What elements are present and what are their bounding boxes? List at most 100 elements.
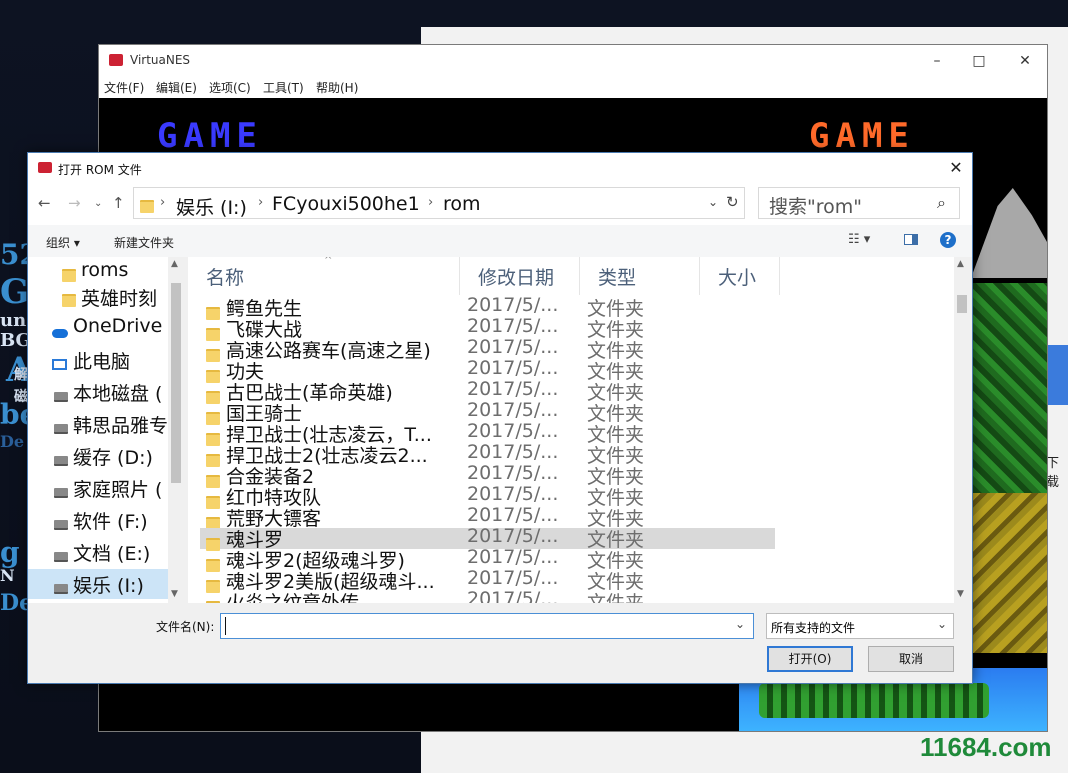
filename-dropdown-chevron-icon[interactable]: ⌄ bbox=[735, 617, 745, 631]
desktop-text: N bbox=[0, 566, 15, 585]
file-date: 2017/5/... bbox=[467, 315, 559, 337]
filter-dropdown-chevron-icon[interactable]: ⌄ bbox=[937, 617, 947, 631]
nav-item-cache-d[interactable]: 缓存 (D:) bbox=[28, 441, 168, 471]
search-box[interactable]: 搜索"rom" ⌕ bbox=[758, 187, 960, 219]
column-header-size[interactable]: 大小 bbox=[700, 257, 780, 295]
file-list-scroll-thumb[interactable] bbox=[957, 295, 967, 313]
address-dropdown-chevron-icon[interactable]: ⌄ bbox=[708, 195, 718, 209]
nav-pane-scroll-thumb[interactable] bbox=[171, 283, 181, 483]
menu-edit[interactable]: 编辑(E) bbox=[156, 79, 197, 96]
nav-item-label: 英雄时刻 bbox=[81, 288, 158, 310]
dialog-app-icon bbox=[38, 162, 52, 173]
file-date: 2017/5/... bbox=[467, 525, 559, 547]
forward-arrow-icon[interactable]: → bbox=[68, 194, 81, 212]
nav-item-label: 韩思品雅专 bbox=[73, 415, 169, 437]
desktop-text: De bbox=[0, 432, 25, 451]
virtuanes-menubar: 文件(F) 编辑(E) 选项(C) 工具(T) 帮助(H) bbox=[99, 76, 1047, 98]
open-rom-dialog: 打开 ROM 文件 ✕ ← → ⌄ ↑ › 娱乐 (I:) › FCyouxi5… bbox=[27, 152, 973, 684]
virtuanes-app-icon bbox=[109, 54, 123, 66]
file-date: 2017/5/... bbox=[467, 336, 559, 358]
drive-icon bbox=[54, 481, 68, 503]
desktop-text: 解 bbox=[14, 367, 28, 383]
scroll-down-icon[interactable]: ▼ bbox=[171, 589, 178, 599]
desktop-text: g bbox=[0, 536, 20, 569]
nav-item-label: 缓存 (D:) bbox=[73, 447, 153, 469]
dialog-titlebar: 打开 ROM 文件 ✕ bbox=[28, 153, 972, 183]
cancel-button[interactable]: 取消 bbox=[868, 646, 954, 672]
drive-icon bbox=[54, 513, 68, 535]
nav-item-label: 家庭照片 ( bbox=[73, 479, 163, 501]
file-date: 2017/5/... bbox=[467, 294, 559, 316]
file-date: 2017/5/... bbox=[467, 399, 559, 421]
view-options-icon[interactable]: ☷ ▾ bbox=[848, 232, 870, 247]
breadcrumb-drive[interactable]: 娱乐 (I:) bbox=[176, 193, 247, 220]
refresh-icon[interactable]: ↻ bbox=[726, 193, 739, 211]
file-date: 2017/5/... bbox=[467, 462, 559, 484]
folder-icon bbox=[62, 290, 76, 312]
background-window-accent bbox=[1047, 345, 1068, 405]
nav-item-documents-e[interactable]: 文档 (E:) bbox=[28, 537, 168, 567]
recent-locations-chevron-icon[interactable]: ⌄ bbox=[94, 198, 102, 209]
navigation-bar: ← → ⌄ ↑ › 娱乐 (I:) › FCyouxi500he1 › rom … bbox=[28, 183, 972, 225]
menu-options[interactable]: 选项(C) bbox=[209, 79, 251, 96]
nav-item-label: 软件 (F:) bbox=[73, 511, 148, 533]
onedrive-cloud-icon bbox=[52, 321, 68, 343]
preview-pane-icon[interactable] bbox=[904, 234, 918, 245]
file-date: 2017/5/... bbox=[467, 504, 559, 526]
filename-input[interactable]: ⌄ bbox=[220, 613, 754, 639]
file-date: 2017/5/... bbox=[467, 483, 559, 505]
file-row[interactable]: 火炎之纹章外传 2017/5/... 文件夹 bbox=[200, 588, 775, 603]
background-download-text: 下载 bbox=[1046, 456, 1060, 490]
navigation-pane: roms 英雄时刻 OneDrive 此电脑 本地磁盘 ( 韩思品雅专 缓存 (… bbox=[28, 257, 184, 603]
column-header-date[interactable]: 修改日期 bbox=[460, 257, 580, 295]
game-grass bbox=[759, 683, 989, 718]
menu-file[interactable]: 文件(F) bbox=[104, 79, 144, 96]
maximize-icon[interactable]: □ bbox=[969, 51, 989, 71]
desktop-text: un bbox=[0, 310, 27, 331]
menu-tools[interactable]: 工具(T) bbox=[263, 79, 304, 96]
breadcrumb-current[interactable]: rom bbox=[443, 193, 481, 215]
column-header-type[interactable]: 类型 bbox=[580, 257, 700, 295]
nav-item-this-pc[interactable]: 此电脑 bbox=[28, 345, 168, 375]
game-over-text-left: GAME bbox=[157, 116, 263, 156]
nav-item-label: 此电脑 bbox=[73, 351, 131, 373]
nav-item-label: 文档 (E:) bbox=[73, 543, 151, 565]
nav-item-label: 娱乐 (I:) bbox=[73, 575, 144, 597]
organize-button[interactable]: 组织 ▾ bbox=[46, 234, 80, 251]
scroll-up-icon[interactable]: ▲ bbox=[957, 259, 964, 269]
close-icon[interactable]: ✕ bbox=[1015, 51, 1035, 71]
nav-item-drive[interactable]: 韩思品雅专 bbox=[28, 409, 168, 439]
file-type: 文件夹 bbox=[587, 592, 645, 603]
scroll-down-icon[interactable]: ▼ bbox=[957, 589, 964, 599]
back-arrow-icon[interactable]: ← bbox=[38, 194, 51, 212]
game-mountain bbox=[971, 188, 1047, 278]
breadcrumb-separator-icon: › bbox=[258, 195, 264, 210]
help-icon[interactable]: ? bbox=[940, 232, 956, 248]
address-folder-icon bbox=[140, 198, 154, 217]
nav-item-onedrive[interactable]: OneDrive bbox=[28, 313, 168, 343]
watermark: 11684.com bbox=[920, 732, 1052, 762]
up-arrow-icon[interactable]: ↑ bbox=[112, 194, 125, 212]
nav-item-local-disk[interactable]: 本地磁盘 ( bbox=[28, 377, 168, 407]
scroll-up-icon[interactable]: ▲ bbox=[171, 259, 178, 269]
file-type-filter[interactable]: 所有支持的文件 ⌄ bbox=[766, 613, 954, 639]
search-icon[interactable]: ⌕ bbox=[937, 193, 946, 213]
breadcrumb-folder[interactable]: FCyouxi500he1 bbox=[272, 193, 420, 215]
file-date: 2017/5/... bbox=[467, 378, 559, 400]
dialog-close-icon[interactable]: ✕ bbox=[944, 157, 968, 179]
nav-item-family-photos[interactable]: 家庭照片 ( bbox=[28, 473, 168, 503]
dialog-title: 打开 ROM 文件 bbox=[58, 163, 142, 177]
nav-item-software-f[interactable]: 软件 (F:) bbox=[28, 505, 168, 535]
file-date: 2017/5/... bbox=[467, 357, 559, 379]
address-bar[interactable]: › 娱乐 (I:) › FCyouxi500he1 › rom ⌄ ↻ bbox=[133, 187, 745, 219]
open-button[interactable]: 打开(O) bbox=[767, 646, 853, 672]
file-date: 2017/5/... bbox=[467, 441, 559, 463]
text-cursor bbox=[225, 617, 226, 635]
sort-ascending-icon: ^ bbox=[324, 257, 333, 266]
minimize-icon[interactable]: – bbox=[927, 51, 947, 71]
nav-item-hero-moments[interactable]: 英雄时刻 bbox=[28, 282, 168, 312]
nav-item-entertainment-i[interactable]: 娱乐 (I:) bbox=[28, 569, 168, 599]
menu-help[interactable]: 帮助(H) bbox=[316, 79, 358, 96]
command-bar: 组织 ▾ 新建文件夹 ☷ ▾ bbox=[28, 225, 972, 257]
new-folder-button[interactable]: 新建文件夹 bbox=[114, 234, 174, 251]
